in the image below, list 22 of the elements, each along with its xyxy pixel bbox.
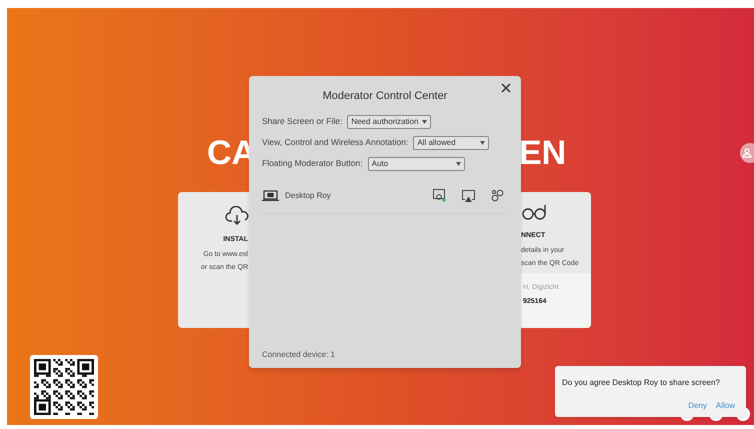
link-icon[interactable] <box>491 189 504 202</box>
setting-label: View, Control and Wireless Annotation: <box>262 136 408 149</box>
setting-label: Floating Moderator Button: <box>262 157 363 170</box>
dialog-title: Moderator Control Center <box>322 89 448 104</box>
glasses-icon <box>521 204 547 220</box>
caret-icon <box>480 140 486 144</box>
notification-message: Do you agree Desktop Roy to share screen? <box>562 377 721 389</box>
cloud-download-icon <box>225 206 249 226</box>
cast-icon[interactable] <box>462 190 475 202</box>
close-button[interactable] <box>500 82 512 94</box>
setting-label: Share Screen or File: <box>262 115 342 128</box>
caret-icon <box>422 120 428 124</box>
laptop-icon <box>262 190 279 201</box>
heading-text: EN <box>519 134 566 172</box>
setting-dropdown[interactable]: Need authorization <box>347 114 432 128</box>
device-name: Desktop Roy <box>285 190 331 202</box>
qr-code <box>30 355 98 419</box>
share-screen-icon[interactable] <box>433 189 446 202</box>
status-text: Connected device: 1 <box>262 349 336 361</box>
caret-icon <box>456 162 461 166</box>
setting-dropdown[interactable]: All allowed <box>413 136 490 150</box>
setting-dropdown[interactable]: Auto <box>368 156 465 170</box>
